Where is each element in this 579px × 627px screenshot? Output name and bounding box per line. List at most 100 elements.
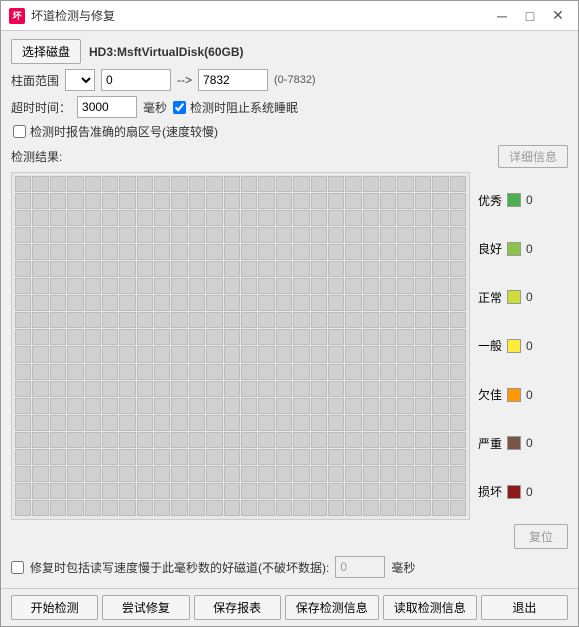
grid-cell (276, 398, 292, 414)
grid-cell (50, 398, 66, 414)
grid-cell (311, 193, 327, 209)
grid-cell (119, 466, 135, 482)
detail-button[interactable]: 详细信息 (498, 145, 568, 168)
grid-cell (258, 449, 274, 465)
timeout-row: 超时时间： 毫秒 检测时阻止系统睡眠 (11, 96, 568, 118)
grid-cell (102, 381, 118, 397)
grid-cell (50, 210, 66, 226)
grid-cell (67, 415, 83, 431)
grid-cell (15, 210, 31, 226)
grid-cell (311, 432, 327, 448)
grid-cell (67, 500, 83, 516)
grid-cell (32, 278, 48, 294)
grid-cell (311, 500, 327, 516)
cylinder-arrow: --> (177, 73, 192, 87)
grid-cell (154, 415, 170, 431)
grid-cell (224, 483, 240, 499)
grid-cell (15, 244, 31, 260)
save-detect-button[interactable]: 保存检测信息 (285, 595, 379, 620)
grid-cell (137, 449, 153, 465)
grid-cell (102, 176, 118, 192)
maximize-button[interactable]: □ (518, 6, 542, 26)
grid-cell (363, 398, 379, 414)
repair-threshold-input[interactable] (335, 556, 385, 578)
grid-cell (224, 466, 240, 482)
grid-cell (171, 227, 187, 243)
grid-cell (171, 449, 187, 465)
grid-cell (450, 415, 466, 431)
grid-cell (328, 346, 344, 362)
timeout-input[interactable] (77, 96, 137, 118)
grid-cell (102, 244, 118, 260)
repair-row: 修复时包括读写速度慢于此毫秒数的好磁道(不破坏数据): 毫秒 (11, 554, 568, 580)
grid-cell (345, 364, 361, 380)
grid-cell (15, 466, 31, 482)
grid-cell (224, 346, 240, 362)
close-button[interactable]: ✕ (546, 6, 570, 26)
grid-cell (50, 415, 66, 431)
grid-cell (380, 227, 396, 243)
minimize-button[interactable]: ─ (490, 6, 514, 26)
grid-cell (328, 193, 344, 209)
exit-button[interactable]: 退出 (481, 595, 568, 620)
grid-cell (293, 415, 309, 431)
content-area: 选择磁盘 HD3:MsftVirtualDisk(60GB) 柱面范围 --> … (1, 31, 578, 588)
grid-cell (258, 466, 274, 482)
try-repair-button[interactable]: 尝试修复 (102, 595, 189, 620)
legend-count-2: 0 (526, 290, 533, 304)
grid-cell (258, 295, 274, 311)
load-detect-button[interactable]: 读取检测信息 (383, 595, 477, 620)
grid-cell (15, 449, 31, 465)
grid-cell (102, 415, 118, 431)
sleep-checkbox[interactable] (173, 101, 186, 114)
grid-cell (276, 278, 292, 294)
grid-cell (397, 278, 413, 294)
grid-cell (241, 449, 257, 465)
grid-cell (171, 210, 187, 226)
grid-cell (432, 193, 448, 209)
start-button[interactable]: 开始检测 (11, 595, 98, 620)
grid-cell (363, 364, 379, 380)
grid-cell (154, 449, 170, 465)
grid-cell (258, 176, 274, 192)
cylinder-end-input[interactable] (198, 69, 268, 91)
grid-cell (67, 210, 83, 226)
grid-cell (119, 432, 135, 448)
legend-item-1: 良好 0 (478, 240, 568, 257)
accurate-checkbox[interactable] (13, 125, 26, 138)
grid-cell (85, 466, 101, 482)
grid-cell (432, 295, 448, 311)
reset-button[interactable]: 复位 (514, 524, 568, 549)
grid-cell (311, 227, 327, 243)
grid-cell (450, 261, 466, 277)
grid-cell (380, 329, 396, 345)
grid-cell (206, 500, 222, 516)
grid-cell (137, 312, 153, 328)
repair-checkbox[interactable] (11, 561, 24, 574)
grid-cell (415, 278, 431, 294)
save-report-button[interactable]: 保存报表 (194, 595, 281, 620)
cylinder-type-select[interactable] (65, 69, 95, 91)
grid-cell (67, 432, 83, 448)
grid-cell (224, 278, 240, 294)
grid-cell (415, 312, 431, 328)
grid-cell (397, 227, 413, 243)
grid-cell (328, 261, 344, 277)
grid-cell (67, 329, 83, 345)
grid-cell (15, 329, 31, 345)
grid-cell (119, 398, 135, 414)
grid-cell (363, 312, 379, 328)
grid-cell (363, 381, 379, 397)
grid-cell (432, 483, 448, 499)
grid-cell (102, 346, 118, 362)
grid-cell (154, 227, 170, 243)
grid-cell (137, 483, 153, 499)
cylinder-label: 柱面范围 (11, 72, 59, 89)
select-disk-button[interactable]: 选择磁盘 (11, 39, 81, 64)
grid-cell (102, 261, 118, 277)
cylinder-start-input[interactable] (101, 69, 171, 91)
grid-cell (50, 432, 66, 448)
grid-cell (154, 244, 170, 260)
grid-cell (102, 193, 118, 209)
grid-cell (258, 398, 274, 414)
